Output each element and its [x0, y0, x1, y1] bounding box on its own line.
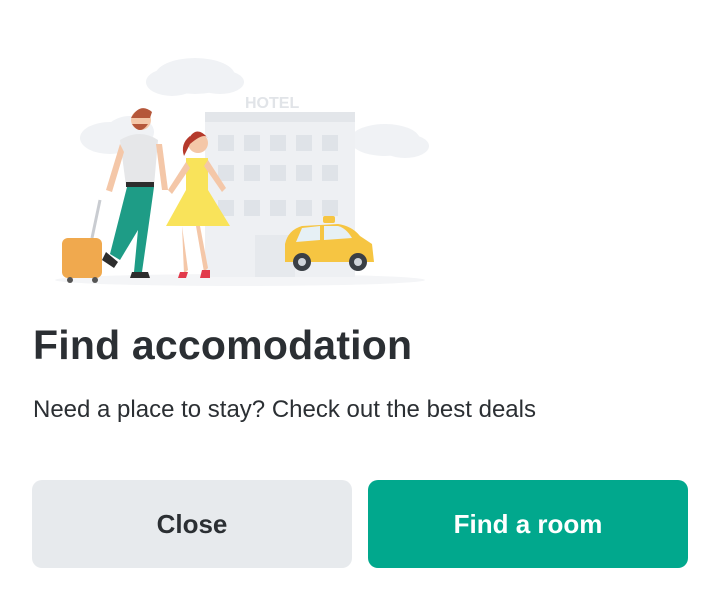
travel-illustration: HOTEL	[40, 40, 440, 290]
hotel-sign: HOTEL	[245, 95, 299, 112]
close-button[interactable]: Close	[32, 480, 352, 568]
hotel-couple-illustration-icon: HOTEL	[55, 58, 429, 286]
find-a-room-button[interactable]: Find a room	[368, 480, 688, 568]
suitcase-icon	[62, 199, 102, 283]
dialog-title: Find accomodation	[33, 322, 413, 368]
dialog-subtitle: Need a place to stay? Check out the best…	[33, 396, 536, 423]
